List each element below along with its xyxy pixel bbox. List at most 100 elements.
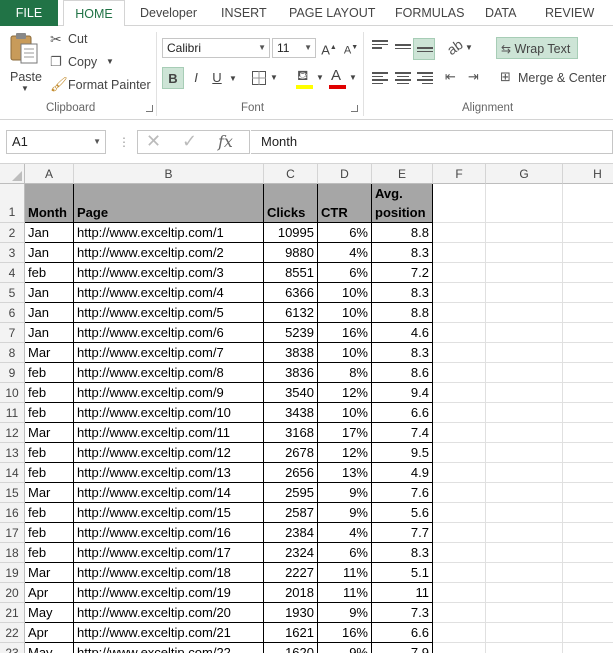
row-header[interactable]: 18	[0, 543, 25, 563]
table-cell[interactable]: May	[25, 643, 74, 653]
row-header[interactable]: 8	[0, 343, 25, 363]
row-header[interactable]: 1	[0, 184, 25, 223]
table-cell[interactable]: 4.6	[372, 323, 433, 343]
table-cell[interactable]: 2384	[264, 523, 318, 543]
header-cell[interactable]: Clicks	[264, 184, 318, 223]
table-cell[interactable]: 2018	[264, 583, 318, 603]
fill-color-button[interactable]: ⛾ ▼	[295, 67, 325, 91]
row-header[interactable]: 12	[0, 423, 25, 443]
table-cell[interactable]: 5.6	[372, 503, 433, 523]
table-cell[interactable]: 9880	[264, 243, 318, 263]
row-header[interactable]: 15	[0, 483, 25, 503]
table-cell[interactable]: Mar	[25, 423, 74, 443]
align-left-icon[interactable]	[372, 72, 388, 84]
tab-home[interactable]: HOME	[63, 0, 125, 27]
table-cell[interactable]: 4%	[318, 243, 372, 263]
row-header[interactable]: 3	[0, 243, 25, 263]
table-cell[interactable]: 6.6	[372, 403, 433, 423]
table-cell[interactable]: 17%	[318, 423, 372, 443]
table-cell[interactable]: 10%	[318, 403, 372, 423]
table-cell[interactable]: 3540	[264, 383, 318, 403]
table-cell[interactable]: Mar	[25, 563, 74, 583]
table-cell[interactable]: 2595	[264, 483, 318, 503]
table-cell[interactable]: 1930	[264, 603, 318, 623]
table-cell[interactable]: http://www.exceltip.com/3	[74, 263, 264, 283]
row-header[interactable]: 16	[0, 503, 25, 523]
table-cell[interactable]: 8.3	[372, 543, 433, 563]
tab-formulas[interactable]: FORMULAS	[395, 0, 464, 26]
column-header[interactable]: A	[25, 164, 74, 184]
table-cell[interactable]: 4%	[318, 523, 372, 543]
table-cell[interactable]: Jan	[25, 223, 74, 243]
table-cell[interactable]: http://www.exceltip.com/7	[74, 343, 264, 363]
header-cell[interactable]: Month	[25, 184, 74, 223]
table-cell[interactable]: http://www.exceltip.com/19	[74, 583, 264, 603]
table-cell[interactable]: 9%	[318, 483, 372, 503]
table-cell[interactable]: feb	[25, 443, 74, 463]
table-cell[interactable]: 7.4	[372, 423, 433, 443]
table-cell[interactable]: http://www.exceltip.com/13	[74, 463, 264, 483]
check-icon[interactable]: ✓	[182, 131, 197, 152]
table-cell[interactable]: Jan	[25, 283, 74, 303]
table-cell[interactable]: 3168	[264, 423, 318, 443]
table-cell[interactable]: May	[25, 603, 74, 623]
table-cell[interactable]: 8%	[318, 363, 372, 383]
top-align-icon[interactable]	[372, 40, 388, 52]
clipboard-launcher-icon[interactable]	[146, 105, 153, 112]
align-right-icon[interactable]	[417, 72, 433, 84]
copy-button[interactable]: ❐ Copy ▼	[50, 53, 140, 73]
table-cell[interactable]: 9.4	[372, 383, 433, 403]
select-all-corner[interactable]	[0, 164, 25, 184]
table-cell[interactable]: 11%	[318, 583, 372, 603]
table-cell[interactable]: Apr	[25, 623, 74, 643]
table-cell[interactable]: 6.6	[372, 623, 433, 643]
row-header[interactable]: 19	[0, 563, 25, 583]
table-cell[interactable]: 1621	[264, 623, 318, 643]
wrap-text-button[interactable]: ⇆ Wrap Text	[496, 37, 578, 59]
table-cell[interactable]: 9.5	[372, 443, 433, 463]
row-header[interactable]: 6	[0, 303, 25, 323]
font-launcher-icon[interactable]	[351, 105, 358, 112]
name-box[interactable]: A1 ▼	[6, 130, 106, 154]
tab-data[interactable]: DATA	[485, 0, 516, 26]
header-cell[interactable]: CTR	[318, 184, 372, 223]
table-cell[interactable]: 10995	[264, 223, 318, 243]
formula-input[interactable]: Month	[251, 130, 613, 154]
column-header[interactable]: F	[433, 164, 486, 184]
table-cell[interactable]: 3836	[264, 363, 318, 383]
cancel-icon[interactable]: ✕	[146, 131, 161, 152]
table-cell[interactable]: 2587	[264, 503, 318, 523]
table-cell[interactable]: 5239	[264, 323, 318, 343]
table-cell[interactable]: 8.3	[372, 283, 433, 303]
table-cell[interactable]: http://www.exceltip.com/6	[74, 323, 264, 343]
column-header[interactable]: B	[74, 164, 264, 184]
row-header[interactable]: 23	[0, 643, 25, 653]
table-cell[interactable]: 2227	[264, 563, 318, 583]
table-cell[interactable]: http://www.exceltip.com/8	[74, 363, 264, 383]
decrease-indent-icon[interactable]: ⇤	[445, 69, 456, 85]
table-cell[interactable]: 7.7	[372, 523, 433, 543]
format-painter-button[interactable]: 🖌 Format Painter	[50, 76, 151, 96]
table-cell[interactable]: http://www.exceltip.com/10	[74, 403, 264, 423]
column-header[interactable]: D	[318, 164, 372, 184]
table-cell[interactable]: http://www.exceltip.com/21	[74, 623, 264, 643]
table-cell[interactable]: 8.8	[372, 223, 433, 243]
table-cell[interactable]: http://www.exceltip.com/22	[74, 643, 264, 653]
table-cell[interactable]: Jan	[25, 303, 74, 323]
table-cell[interactable]: 7.9	[372, 643, 433, 653]
table-cell[interactable]: 4.9	[372, 463, 433, 483]
row-header[interactable]: 2	[0, 223, 25, 243]
table-cell[interactable]: feb	[25, 463, 74, 483]
column-header[interactable]: E	[372, 164, 433, 184]
font-size-select[interactable]: 11 ▼	[272, 38, 316, 58]
tab-page-layout[interactable]: PAGE LAYOUT	[289, 0, 375, 26]
table-cell[interactable]: http://www.exceltip.com/16	[74, 523, 264, 543]
table-cell[interactable]: http://www.exceltip.com/18	[74, 563, 264, 583]
table-cell[interactable]: 8.6	[372, 363, 433, 383]
table-cell[interactable]: 7.3	[372, 603, 433, 623]
bold-button[interactable]: B	[162, 67, 184, 89]
borders-button[interactable]: ▼	[250, 70, 280, 88]
table-cell[interactable]: 16%	[318, 623, 372, 643]
orientation-button[interactable]: ab ▼	[444, 36, 475, 58]
table-cell[interactable]: 8551	[264, 263, 318, 283]
